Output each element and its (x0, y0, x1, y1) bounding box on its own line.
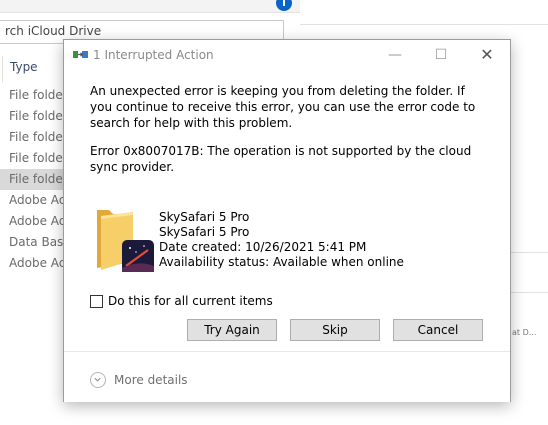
item-info: SkySafari 5 Pro SkySafari 5 Pro Date cre… (159, 210, 404, 270)
more-details-link[interactable]: More details (114, 373, 188, 387)
divider (300, 24, 548, 25)
column-divider[interactable] (2, 56, 3, 82)
item-date-created: Date created: 10/26/2021 5:41 PM (159, 240, 367, 254)
error-message: An unexpected error is keeping you from … (90, 84, 476, 130)
dialog-title: 1 Interrupted Action (93, 48, 214, 62)
minimize-button[interactable]: — (372, 40, 418, 70)
dialog-titlebar[interactable]: 1 Interrupted Action — ☐ ✕ (64, 40, 510, 70)
item-subtitle: SkySafari 5 Pro (159, 225, 250, 239)
try-again-button[interactable]: Try Again (187, 319, 277, 341)
explorer-toolbar (0, 0, 300, 13)
column-header-type[interactable]: Type (10, 60, 38, 74)
item-name: SkySafari 5 Pro (159, 210, 250, 224)
apply-to-all-checkbox[interactable] (90, 295, 103, 308)
close-button[interactable]: ✕ (464, 40, 510, 70)
dialog-footer: More details (64, 351, 510, 402)
skysafari-app-icon (122, 240, 154, 272)
maximize-button[interactable]: ☐ (418, 40, 464, 70)
error-code-text: Error 0x8007017B: The operation is not s… (90, 144, 472, 174)
interrupted-action-dialog: 1 Interrupted Action — ☐ ✕ An unexpected… (63, 39, 511, 402)
cancel-button[interactable]: Cancel (393, 319, 483, 341)
chevron-down-icon[interactable] (90, 372, 106, 388)
details-fragment: at D... (512, 328, 537, 337)
skip-button[interactable]: Skip (290, 319, 380, 341)
apply-to-all-label[interactable]: Do this for all current items (108, 294, 273, 308)
file-operation-icon (73, 51, 88, 58)
item-availability: Availability status: Available when onli… (159, 255, 404, 269)
